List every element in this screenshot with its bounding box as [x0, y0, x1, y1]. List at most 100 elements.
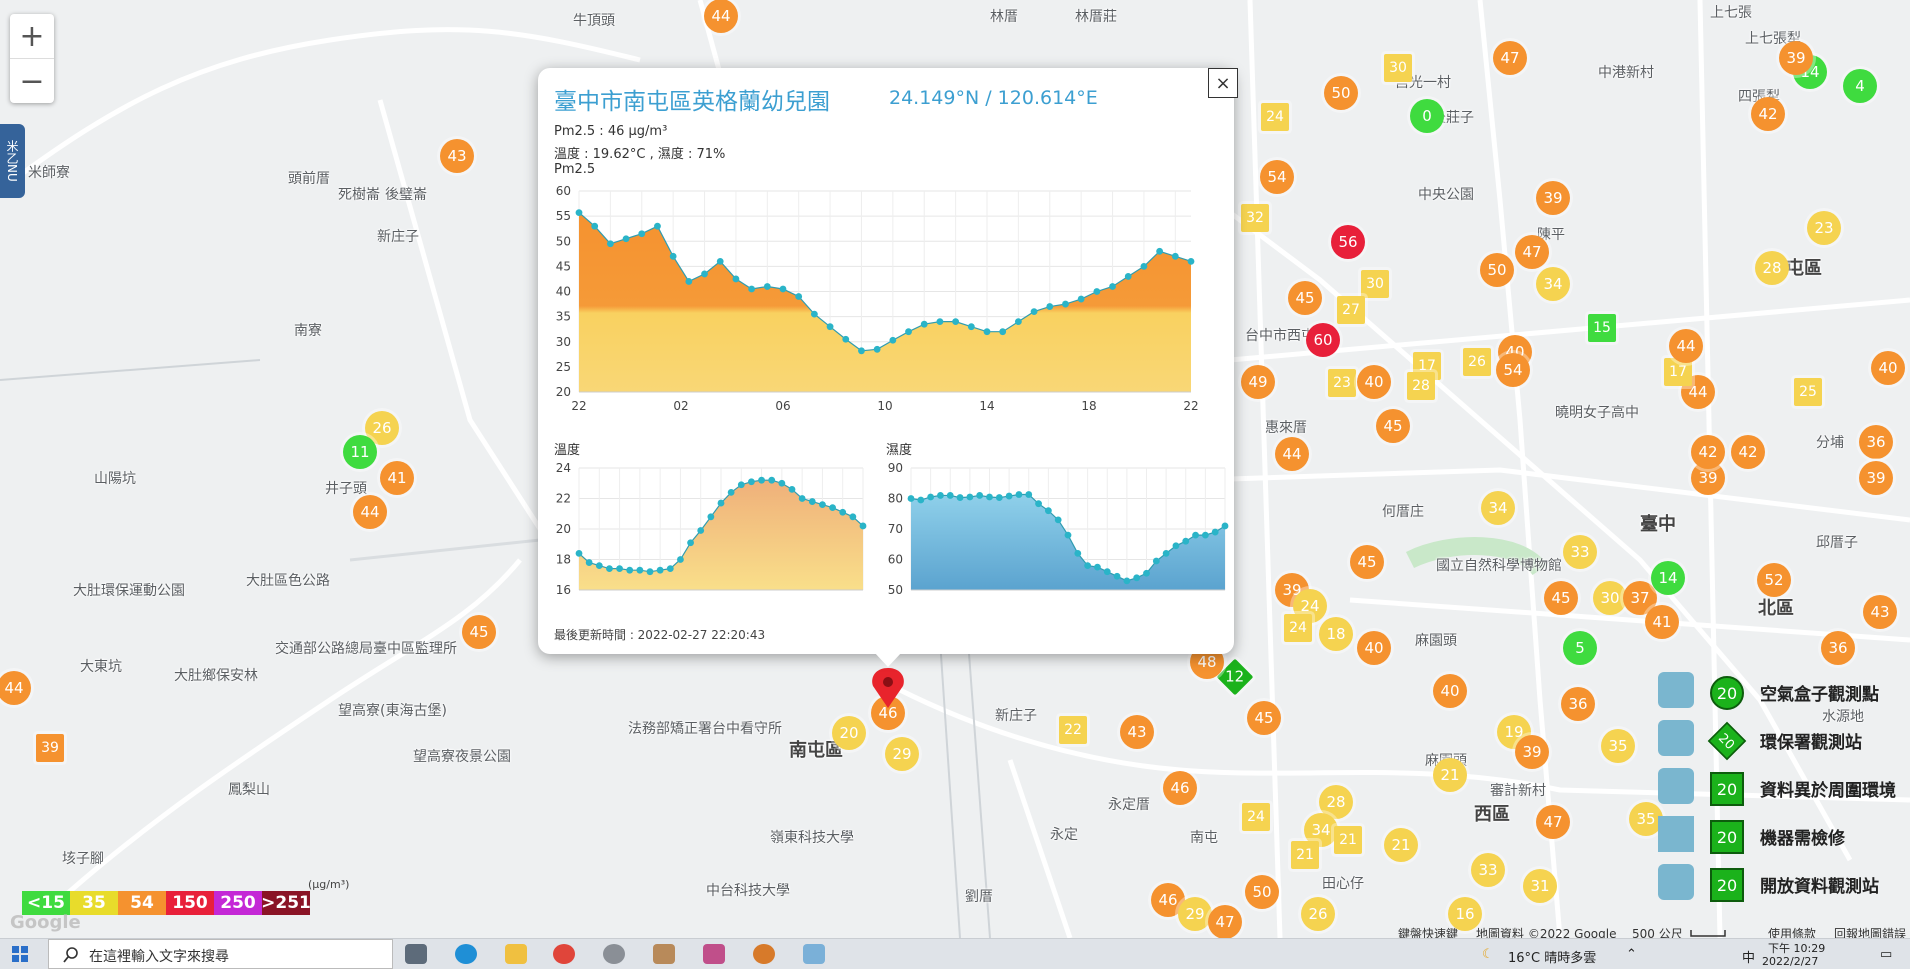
sensor-marker[interactable]: 35 [1601, 729, 1635, 763]
sensor-marker[interactable]: 41 [380, 461, 414, 495]
edge-browser-icon[interactable] [455, 944, 477, 964]
app-icon-3[interactable] [703, 944, 725, 964]
sensor-marker[interactable]: 41 [1645, 605, 1679, 639]
sensor-marker[interactable]: 54 [1260, 160, 1294, 194]
sensor-marker[interactable]: 33 [1471, 853, 1505, 887]
sensor-marker[interactable]: 18 [1319, 617, 1353, 651]
sensor-marker[interactable]: 43 [1120, 715, 1154, 749]
sensor-marker[interactable]: 45 [462, 615, 496, 649]
sensor-marker[interactable]: 49 [1241, 365, 1275, 399]
sensor-marker[interactable]: 44 [1275, 437, 1309, 471]
sensor-marker[interactable]: 45 [1247, 701, 1281, 735]
sensor-marker[interactable]: 54 [1496, 353, 1530, 387]
side-panel-tab[interactable]: 米乙NU [0, 124, 25, 198]
app-icon-1[interactable] [603, 944, 625, 964]
sensor-marker[interactable]: 50 [1324, 76, 1358, 110]
sensor-marker[interactable]: 23 [1807, 211, 1841, 245]
sensor-marker[interactable]: 56 [1331, 225, 1365, 259]
sensor-marker[interactable]: 24 [1284, 614, 1312, 642]
notification-icon[interactable]: ▭ [1880, 947, 1892, 962]
sensor-marker[interactable]: 39 [36, 734, 64, 762]
windows-start-icon[interactable] [12, 946, 28, 962]
sensor-marker[interactable]: 29 [1178, 897, 1212, 931]
zoom-out-button[interactable]: − [10, 59, 54, 103]
sensor-marker[interactable]: 30 [1361, 270, 1389, 298]
sensor-marker[interactable]: 46 [871, 696, 905, 730]
sensor-marker[interactable]: 15 [1588, 314, 1616, 342]
sensor-marker[interactable]: 40 [1357, 631, 1391, 665]
sensor-marker[interactable]: 14 [1651, 561, 1685, 595]
sensor-marker[interactable]: 26 [1301, 897, 1335, 931]
sensor-marker[interactable]: 32 [1241, 204, 1269, 232]
sensor-marker[interactable]: 28 [1755, 251, 1789, 285]
sensor-marker[interactable]: 44 [353, 495, 387, 529]
sensor-marker[interactable]: 40 [1433, 674, 1467, 708]
sensor-marker[interactable]: 39 [1779, 41, 1813, 75]
sensor-marker[interactable]: 30 [1384, 54, 1412, 82]
clock-date[interactable]: 2022/2/27 [1762, 955, 1818, 968]
sensor-marker[interactable]: 47 [1536, 805, 1570, 839]
sensor-marker[interactable]: 25 [1794, 378, 1822, 406]
sensor-marker[interactable]: 42 [1751, 97, 1785, 131]
sensor-marker[interactable]: 39 [1536, 181, 1570, 215]
sensor-marker[interactable]: 24 [1261, 103, 1289, 131]
taskbar-search[interactable]: 在這裡輸入文字來搜尋 [48, 939, 393, 969]
sensor-marker[interactable]: 52 [1757, 563, 1791, 597]
sensor-marker[interactable]: 33 [1563, 535, 1597, 569]
sensor-marker[interactable]: 28 [1407, 372, 1435, 400]
sensor-marker[interactable]: 21 [1334, 826, 1362, 854]
sensor-marker[interactable]: 36 [1821, 631, 1855, 665]
task-view-icon[interactable] [405, 944, 427, 964]
sensor-marker[interactable]: 46 [1163, 771, 1197, 805]
sensor-marker[interactable]: 22 [1059, 716, 1087, 744]
sensor-marker[interactable]: 30 [1593, 581, 1627, 615]
sensor-marker[interactable]: 0 [1410, 99, 1444, 133]
chrome-browser-icon[interactable] [553, 944, 575, 964]
sensor-marker[interactable]: 44 [704, 0, 738, 33]
sensor-marker[interactable]: 43 [440, 139, 474, 173]
sensor-marker[interactable]: 26 [1463, 348, 1491, 376]
sensor-marker[interactable]: 39 [1859, 461, 1893, 495]
app-icon-2[interactable] [653, 944, 675, 964]
sensor-marker[interactable]: 21 [1384, 828, 1418, 862]
sensor-marker[interactable]: 23 [1328, 369, 1356, 397]
sensor-marker[interactable]: 27 [1337, 296, 1365, 324]
sensor-marker[interactable]: 47 [1208, 905, 1242, 938]
weather-status[interactable]: 16°C 晴時多雲 [1508, 947, 1596, 966]
sensor-marker[interactable]: 50 [1480, 253, 1514, 287]
sensor-marker[interactable]: 43 [1863, 595, 1897, 629]
sensor-marker[interactable]: 60 [1306, 323, 1340, 357]
zoom-in-button[interactable]: + [10, 14, 54, 59]
sensor-marker[interactable]: 42 [1731, 435, 1765, 469]
sensor-marker[interactable]: 24 [1242, 803, 1270, 831]
sensor-marker[interactable]: 47 [1515, 235, 1549, 269]
sensor-marker[interactable]: 21 [1433, 758, 1467, 792]
sensor-marker[interactable]: 31 [1523, 869, 1557, 903]
sensor-marker[interactable]: 47 [1493, 41, 1527, 75]
sensor-marker[interactable]: 45 [1350, 545, 1384, 579]
app-icon-4[interactable] [753, 944, 775, 964]
sensor-marker[interactable]: 21 [1291, 841, 1319, 869]
sensor-marker[interactable]: 42 [1691, 435, 1725, 469]
sensor-marker[interactable]: 45 [1288, 281, 1322, 315]
file-explorer-icon[interactable] [505, 944, 527, 964]
sensor-marker[interactable]: 4 [1843, 69, 1877, 103]
app-icon-5[interactable] [803, 944, 825, 964]
sensor-marker[interactable]: 40 [1871, 351, 1905, 385]
sensor-marker[interactable]: 5 [1563, 631, 1597, 665]
sensor-marker[interactable]: 29 [885, 737, 919, 771]
sensor-marker[interactable]: 40 [1357, 365, 1391, 399]
sensor-marker[interactable]: 20 [832, 716, 866, 750]
sensor-marker[interactable]: 50 [1245, 875, 1279, 909]
clock-time[interactable]: 下午 10:29 [1768, 940, 1825, 956]
sensor-marker[interactable]: 34 [1536, 267, 1570, 301]
tray-chevron-icon[interactable]: ⌃ [1626, 947, 1637, 962]
sensor-marker[interactable]: 36 [1859, 425, 1893, 459]
sensor-marker[interactable]: 44 [1669, 329, 1703, 363]
sensor-marker[interactable]: 34 [1481, 491, 1515, 525]
sensor-marker[interactable]: 36 [1561, 687, 1595, 721]
sensor-marker[interactable]: 45 [1544, 581, 1578, 615]
sensor-marker[interactable]: 11 [343, 435, 377, 469]
ime-indicator[interactable]: 中 [1742, 947, 1755, 966]
sensor-marker[interactable]: 45 [1376, 409, 1410, 443]
